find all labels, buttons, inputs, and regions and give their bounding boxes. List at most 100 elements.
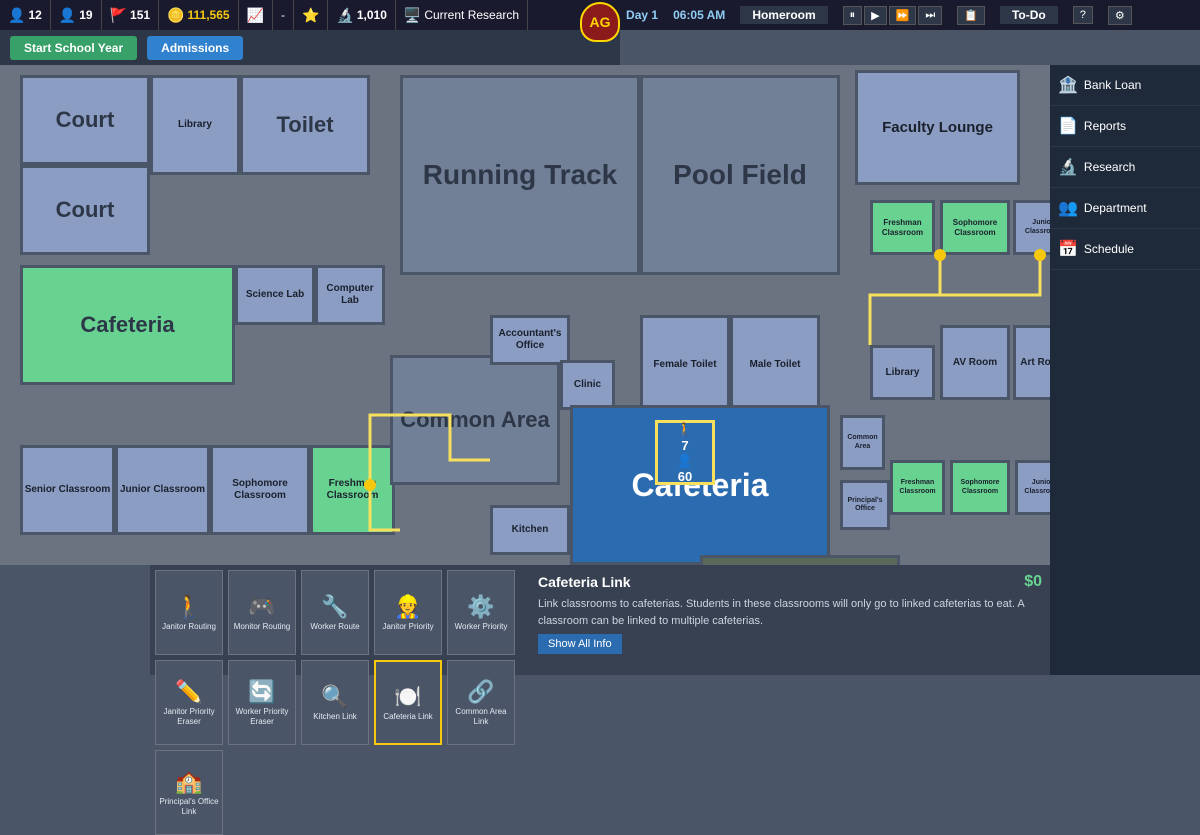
right-item-research[interactable]: 🔬 Research [1050, 147, 1200, 188]
monitor-routing-icon: 🎮 [248, 594, 275, 620]
room-soph-class-right[interactable]: Sophomore Classroom [940, 200, 1010, 255]
right-item-reports[interactable]: 📄 Reports [1050, 106, 1200, 147]
fast-btn[interactable]: ⏩ [889, 6, 917, 25]
worker-route-icon: 🔧 [321, 594, 348, 620]
room-jun-class-right[interactable]: Junior Classroom [1013, 200, 1050, 255]
path-line-3 [940, 255, 1040, 295]
info-header: Cafeteria Link $0 [538, 573, 1042, 591]
right-item-schedule[interactable]: 📅 Schedule [1050, 229, 1200, 270]
toilet-left-label: Toilet [276, 112, 333, 138]
tool-cafeteria-link[interactable]: 🍽️ Cafeteria Link [374, 660, 442, 745]
show-all-info-button[interactable]: Show All Info [538, 634, 622, 654]
research-right-label: Research [1084, 160, 1135, 174]
room-court2[interactable]: Court [20, 165, 150, 255]
room-court1[interactable]: Court [20, 75, 150, 165]
help-btn[interactable]: ? [1073, 6, 1093, 24]
bank-loan-icon: 🏦 [1058, 75, 1078, 95]
worker-priority-icon: ⚙️ [467, 594, 494, 620]
worker-route-label: Worker Route [310, 622, 359, 632]
room-art-room[interactable]: Art Room [1013, 325, 1050, 400]
tool-janitor-priority-eraser[interactable]: ✏️ Janitor Priority Eraser [155, 660, 223, 745]
research-icon: 🔬 [336, 7, 353, 24]
room-cafeteria-left[interactable]: Cafeteria [20, 265, 235, 385]
action-bar: Start School Year Admissions [0, 30, 620, 65]
tool-janitor-routing[interactable]: 🚶 Janitor Routing [155, 570, 223, 655]
common-area-link-icon: 🔗 [467, 679, 494, 705]
room-sophomore-classroom[interactable]: Sophomore Classroom [210, 445, 310, 535]
room-library-left[interactable]: Library [150, 75, 240, 175]
tool-common-area-link[interactable]: 🔗 Common Area Link [447, 660, 515, 745]
room-av-room[interactable]: AV Room [940, 325, 1010, 400]
room-principal-office[interactable]: Principal's Office [840, 480, 890, 530]
tool-worker-priority[interactable]: ⚙️ Worker Priority [447, 570, 515, 655]
tool-worker-route[interactable]: 🔧 Worker Route [301, 570, 369, 655]
cafeteria-link-icon: 🍽️ [394, 684, 421, 710]
student-count-bottom: 60 [678, 469, 692, 484]
common-area-mid-label: Common Area [400, 408, 550, 432]
game-map: Court Court Library Toilet Cafeteria Sci… [0, 65, 1050, 565]
student-icon2: 👤 [677, 453, 693, 469]
schedule-label: Schedule [1084, 242, 1134, 256]
room-jun-class-right2[interactable]: Junior Classroom [1015, 460, 1050, 515]
room-male-toilet[interactable]: Male Toilet [730, 315, 820, 415]
running-track-label: Running Track [423, 158, 617, 192]
room-faculty-lounge[interactable]: Faculty Lounge [855, 70, 1020, 185]
common-area-link-label: Common Area Link [451, 707, 511, 726]
separator: - [273, 0, 294, 30]
room-science-lab[interactable]: Science Lab [235, 265, 315, 325]
room-computer-lab[interactable]: Computer Lab [315, 265, 385, 325]
star-display: ⭐ [294, 0, 328, 30]
room-fresh-class-right[interactable]: Freshman Classroom [870, 200, 935, 255]
room-kitchen[interactable]: Kitchen [490, 505, 570, 555]
room-library-right[interactable]: Library [870, 345, 935, 400]
start-school-year-button[interactable]: Start School Year [10, 36, 137, 60]
room-common-area-mid[interactable]: Common Area [390, 355, 560, 485]
current-research-display[interactable]: 🖥️ Current Research [396, 0, 528, 30]
room-fresh-class-right2[interactable]: Freshman Classroom [890, 460, 945, 515]
student-count-top: 7 [681, 438, 688, 453]
room-accountant[interactable]: Accountant's Office [490, 315, 570, 365]
room-freshman-classroom[interactable]: Freshman Classroom [310, 445, 395, 535]
admissions-button[interactable]: Admissions [147, 36, 243, 60]
right-item-bank-loan[interactable]: 🏦 Bank Loan [1050, 65, 1200, 106]
staff-count: 👤 19 [51, 0, 102, 30]
room-female-toilet[interactable]: Female Toilet [640, 315, 730, 415]
student-group-icon[interactable]: 🚶 7 👤 60 [655, 420, 715, 485]
room-clinic[interactable]: Clinic [560, 360, 615, 410]
bottom-tools-panel: 🚶 Janitor Routing 🎮 Monitor Routing 🔧 Wo… [150, 565, 530, 675]
room-junior-classroom[interactable]: Junior Classroom [115, 445, 210, 535]
tool-worker-priority-eraser[interactable]: 🔄 Worker Priority Eraser [228, 660, 296, 745]
settings-btn[interactable]: ⚙ [1108, 6, 1132, 25]
play-btn[interactable]: ▶ [864, 6, 886, 25]
room-pool[interactable]: Pool Field [640, 75, 840, 275]
reports-icon: 📄 [1058, 116, 1078, 136]
kitchen-link-label: Kitchen Link [313, 712, 357, 722]
janitor-priority-icon: 👷 [394, 594, 421, 620]
worker-priority-eraser-icon: 🔄 [248, 679, 275, 705]
walking-icon: 🚶 [677, 422, 693, 438]
room-senior-classroom[interactable]: Senior Classroom [20, 445, 115, 535]
faster-btn[interactable]: ⏭ [918, 6, 942, 25]
time-display: 06:05 AM [673, 8, 725, 22]
tool-janitor-priority[interactable]: 👷 Janitor Priority [374, 570, 442, 655]
monitor-icon: 🖥️ [404, 7, 421, 24]
tool-kitchen-link[interactable]: 🔍 Kitchen Link [301, 660, 369, 745]
room-toilet-left[interactable]: Toilet [240, 75, 370, 175]
room-garbage[interactable]: Garbage [700, 555, 900, 565]
tool-monitor-routing[interactable]: 🎮 Monitor Routing [228, 570, 296, 655]
tool-principals-office-link[interactable]: 🏫 Principal's Office Link [155, 750, 223, 835]
list-btn[interactable]: 📋 [957, 6, 985, 25]
room-common-area-right[interactable]: Common Area [840, 415, 885, 470]
female-toilet-label: Female Toilet [653, 359, 716, 371]
current-research-label: Current Research [424, 8, 519, 22]
pause-btn[interactable]: ⏸ [843, 6, 863, 25]
right-item-department[interactable]: 👥 Department [1050, 188, 1200, 229]
flag-icon: 🚩 [110, 7, 127, 24]
room-soph-class-right2[interactable]: Sophomore Classroom [950, 460, 1010, 515]
faculty-lounge-label: Faculty Lounge [882, 119, 993, 137]
todo-label[interactable]: To-Do [1000, 6, 1058, 24]
money-value: 111,565 [188, 8, 230, 22]
room-running-track[interactable]: Running Track [400, 75, 640, 275]
department-icon: 👥 [1058, 198, 1078, 218]
senior-class-label: Senior Classroom [25, 484, 111, 496]
